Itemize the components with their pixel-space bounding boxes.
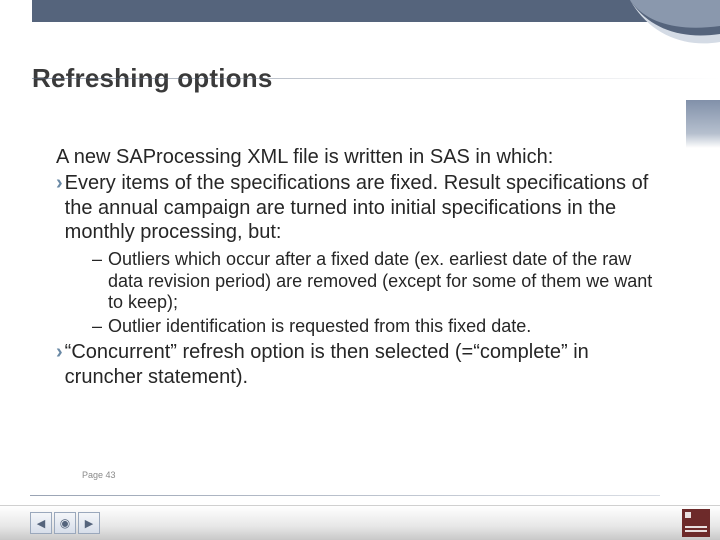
intro-line: A new SAProcessing XML file is written i… [56,145,665,169]
logo-top-arc [630,0,720,50]
sub-item: – Outlier identification is requested fr… [92,316,665,338]
home-button[interactable]: ◉ [54,512,76,534]
slide-body: A new SAProcessing XML file is written i… [56,145,665,393]
nav-controls: ◀ ◉ ▶ [30,512,100,534]
side-gradient-panel [686,100,720,148]
header-bar [32,0,720,22]
sub-text: Outliers which occur after a fixed date … [108,249,665,315]
home-icon: ◉ [60,516,70,530]
bullet-item: › Every items of the specifications are … [56,171,665,244]
next-slide-button[interactable]: ▶ [78,512,100,534]
bullet-item: › “Concurrent” refresh option is then se… [56,340,665,389]
slide: Refreshing options A new SAProcessing XM… [0,0,720,540]
dash-icon: – [92,249,102,315]
sub-text: Outlier identification is requested from… [108,316,665,338]
chevron-right-icon: › [56,340,63,389]
chevron-right-icon: › [56,171,63,244]
triangle-left-icon: ◀ [37,517,45,530]
bullet-text: “Concurrent” refresh option is then sele… [65,340,665,389]
insee-logo [682,509,710,537]
sub-item: – Outliers which occur after a fixed dat… [92,249,665,315]
bullet-text: Every items of the specifications are fi… [65,171,665,244]
footer-bar [0,505,720,540]
footer-divider [30,495,660,496]
prev-slide-button[interactable]: ◀ [30,512,52,534]
sub-list: – Outliers which occur after a fixed dat… [92,249,665,339]
dash-icon: – [92,316,102,338]
page-number: Page 43 [82,470,116,480]
triangle-right-icon: ▶ [85,517,93,530]
title-underline [32,78,720,79]
